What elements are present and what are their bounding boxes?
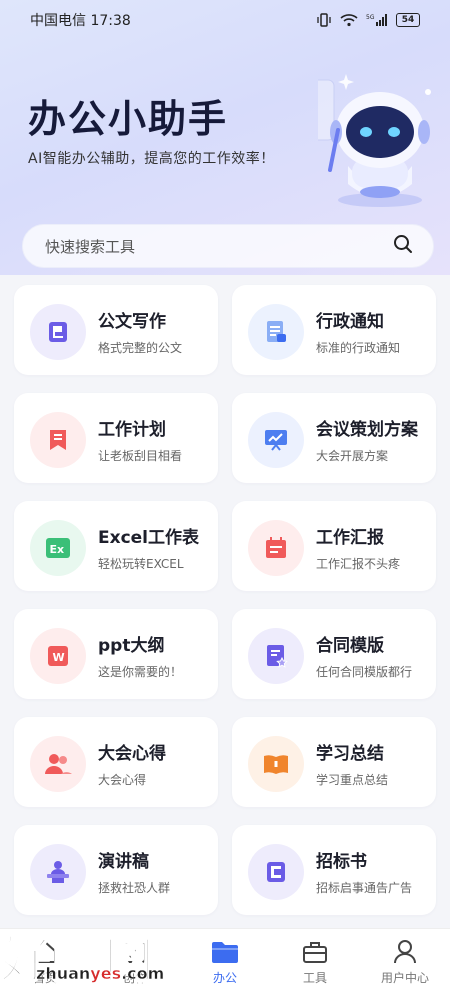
tool-title: 招标书	[316, 852, 367, 872]
tool-subtitle: 拯救社恐人群	[98, 881, 171, 895]
tool-title: 公文写作	[98, 312, 166, 332]
tool-card-work-plan[interactable]: 工作计划 让老板刮目相看	[14, 393, 218, 483]
tool-icon-bg: W	[30, 628, 86, 684]
user-icon	[394, 940, 416, 964]
tool-subtitle: 招标启事通告广告	[316, 881, 413, 895]
carrier-time: 中国电信 17:38	[30, 13, 131, 29]
battery-icon: 54	[396, 13, 420, 27]
home-icon	[34, 940, 56, 963]
tool-subtitle: 这是你需要的！	[98, 665, 183, 679]
tool-card-official-document[interactable]: 公文写作 格式完整的公文	[14, 285, 218, 375]
tool-icon-bg	[248, 736, 304, 792]
presentation-board-icon	[265, 430, 287, 451]
search-input[interactable]: 快速搜索工具	[45, 236, 135, 257]
tool-subtitle: 任何合同模版都行	[316, 665, 413, 679]
robot-mascot-icon	[318, 74, 431, 207]
create-icon	[124, 941, 146, 963]
page-title: 办公小助手	[28, 97, 229, 141]
folder-icon	[212, 942, 238, 963]
search-icon[interactable]	[393, 234, 413, 258]
svg-text:W: W	[53, 651, 65, 664]
ppt-icon: W	[48, 646, 68, 666]
tender-doc-icon	[267, 862, 285, 882]
tool-card-speech[interactable]: 演讲稿 拯救社恐人群	[14, 825, 218, 915]
tool-title: Excel工作表	[98, 528, 200, 548]
tool-title: 合同模版	[316, 636, 384, 656]
tool-subtitle: 让老板刮目相看	[98, 449, 183, 463]
tool-subtitle: 大会开展方案	[316, 449, 389, 463]
tab-label: 首页	[32, 971, 57, 985]
tool-icon-bg	[30, 844, 86, 900]
tool-icon-bg	[248, 628, 304, 684]
tool-subtitle: 学习重点总结	[316, 773, 389, 787]
tool-title: 演讲稿	[98, 852, 149, 872]
tab-label: 用户中心	[380, 971, 429, 985]
tool-icon-bg	[248, 412, 304, 468]
bottom-tab-bar: 首页 创作 办公 工具 用户中心	[0, 928, 450, 1000]
tool-icon-bg: Ex	[30, 520, 86, 576]
tool-icon-bg	[248, 844, 304, 900]
calendar-report-icon	[266, 537, 286, 558]
tab-label: 工具	[302, 971, 327, 985]
tool-card-tender[interactable]: 招标书 招标启事通告广告	[232, 825, 436, 915]
tool-card-conference-notes[interactable]: 大会心得 大会心得	[14, 717, 218, 807]
bookmark-plan-icon	[50, 430, 66, 450]
svg-text:5G: 5G	[366, 14, 375, 21]
page-subtitle: AI智能办公辅助，提高您的工作效率！	[28, 151, 275, 167]
tab-create[interactable]: 创作	[90, 929, 180, 1000]
tool-card-ppt-outline[interactable]: W ppt大纲 这是你需要的！	[14, 609, 218, 699]
tool-subtitle: 大会心得	[98, 773, 147, 787]
tool-title: 工作汇报	[316, 528, 384, 548]
tab-office[interactable]: 办公	[180, 929, 270, 1000]
tool-card-admin-notice[interactable]: 行政通知 标准的行政通知	[232, 285, 436, 375]
tab-user-center[interactable]: 用户中心	[360, 929, 450, 1000]
tool-title: 学习总结	[316, 744, 384, 764]
tool-card-work-report[interactable]: 工作汇报 工作汇报不头疼	[232, 501, 436, 591]
tool-icon-bg	[248, 520, 304, 576]
tool-title: 工作计划	[98, 420, 166, 440]
tab-home[interactable]: 首页	[0, 929, 90, 1000]
wifi-icon	[340, 13, 358, 27]
people-icon	[45, 754, 72, 774]
contract-star-icon	[267, 645, 288, 668]
svg-text:Ex: Ex	[50, 543, 65, 556]
tool-subtitle: 标准的行政通知	[316, 341, 401, 355]
tool-card-meeting-plan[interactable]: 会议策划方案 大会开展方案	[232, 393, 436, 483]
tab-label: 创作	[122, 971, 147, 985]
tool-title: 会议策划方案	[316, 420, 418, 440]
tool-title: 大会心得	[98, 744, 166, 764]
document-flag-icon	[49, 322, 67, 342]
tool-icon-bg	[248, 304, 304, 360]
speaker-podium-icon	[47, 861, 69, 883]
tool-subtitle: 轻松玩转EXCEL	[98, 557, 184, 571]
tab-label: 办公	[212, 971, 237, 985]
tool-card-study-summary[interactable]: 学习总结 学习重点总结	[232, 717, 436, 807]
status-bar: 中国电信 17:38 5G 54	[0, 0, 450, 40]
toolbox-icon	[303, 942, 327, 963]
tool-title: 行政通知	[316, 312, 384, 332]
tool-icon-bg	[30, 736, 86, 792]
tool-subtitle: 工作汇报不头疼	[316, 557, 401, 571]
tool-title: ppt大纲	[98, 636, 165, 656]
tool-card-contract-template[interactable]: 合同模版 任何合同模版都行	[232, 609, 436, 699]
tab-tools[interactable]: 工具	[270, 929, 360, 1000]
vibrate-icon	[316, 13, 332, 27]
tool-subtitle: 格式完整的公文	[98, 341, 183, 355]
tool-card-excel[interactable]: Ex Excel工作表 轻松玩转EXCEL	[14, 501, 218, 591]
open-book-icon	[264, 755, 288, 774]
tool-icon-bg	[30, 304, 86, 360]
signal-icon: 5G	[366, 13, 388, 27]
tool-icon-bg	[30, 412, 86, 468]
notice-doc-icon	[267, 321, 286, 342]
excel-icon: Ex	[46, 538, 70, 558]
search-bar[interactable]: 快速搜索工具	[22, 224, 434, 268]
